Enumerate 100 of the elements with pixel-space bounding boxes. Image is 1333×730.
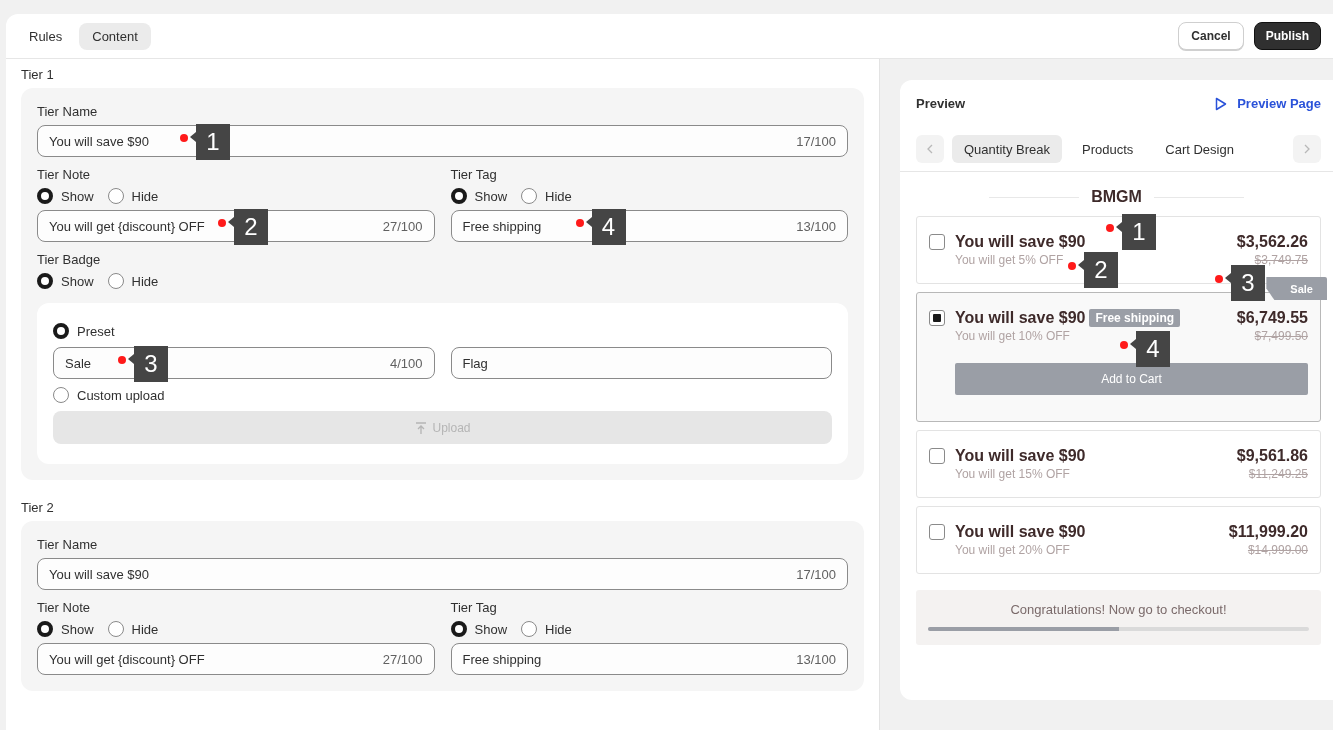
marker-dot [1215, 275, 1223, 283]
field-label: Tier Name [37, 537, 99, 552]
preview-tab[interactable]: Quantity Break [952, 135, 1062, 163]
marker-dot [1120, 341, 1128, 349]
callout-number: 1 [190, 124, 230, 160]
publish-button[interactable]: Publish [1253, 22, 1321, 50]
callout-number: 3 [1225, 265, 1265, 301]
tier-title: Tier 2 [21, 500, 55, 515]
offer-title: You will save $90 [955, 233, 1086, 251]
character-count: 17/100 [796, 566, 836, 582]
callout-number: 4 [585, 209, 626, 245]
radio-icon[interactable] [107, 188, 124, 204]
field-value[interactable]: Flag [462, 355, 820, 371]
cancel-button[interactable]: Cancel [1178, 22, 1244, 50]
offer-price: $6,749.55 [1236, 309, 1308, 327]
character-count: 13/100 [796, 651, 836, 667]
offer-note: You will get 10% OFF [955, 329, 1070, 343]
radio-option[interactable]: Show [450, 621, 508, 637]
character-count: 13/100 [796, 218, 836, 234]
radio-option[interactable]: Show [37, 621, 94, 637]
offer-price: $9,561.86 [1236, 447, 1308, 465]
offer-title: You will save $90 [955, 523, 1086, 541]
chevron-right-icon [1304, 144, 1310, 154]
radio-option[interactable]: Show [37, 273, 94, 289]
play-icon [1215, 96, 1228, 111]
preview-title: Preview [916, 96, 966, 111]
character-count: 27/100 [382, 218, 423, 234]
original-price: $14,999.00 [1246, 543, 1308, 557]
radio-option[interactable]: Custom upload [53, 387, 832, 403]
character-count: 27/100 [382, 651, 423, 667]
original-price: $3,749.75 [1253, 253, 1308, 267]
text-field[interactable]: You will get {discount} OFF 27/100 [37, 643, 435, 675]
marker-dot [575, 219, 584, 227]
checkbox[interactable] [929, 234, 945, 250]
preview-tab[interactable]: Products [1070, 135, 1146, 163]
radio-option[interactable]: Hide [107, 621, 159, 637]
callout-number: 3 [128, 346, 168, 382]
field-value[interactable]: You will save $90 [49, 566, 797, 582]
radio-icon[interactable] [521, 621, 538, 637]
field-label: Tier Note [37, 600, 91, 615]
radio-icon[interactable] [107, 621, 124, 637]
text-field[interactable]: You will save $90 17/100 [37, 558, 848, 590]
character-count: 17/100 [796, 133, 836, 149]
offer-price: $3,562.26 [1236, 233, 1308, 251]
text-field[interactable]: Free shipping 4 13/100 [450, 210, 848, 242]
radio-option[interactable]: Show [37, 188, 94, 204]
radio-icon[interactable] [107, 273, 124, 289]
text-field[interactable]: You will save $90 1 17/100 [37, 125, 848, 157]
offer-price: $11,999.20 [1228, 523, 1308, 541]
original-price: $11,249.25 [1247, 467, 1308, 481]
radio-icon[interactable] [37, 273, 53, 289]
radio-option[interactable]: Hide [521, 188, 572, 204]
marker-dot [180, 134, 188, 142]
radio-option[interactable]: Hide [521, 621, 572, 637]
select-field[interactable]: Flag [450, 347, 832, 379]
radio-option[interactable]: Preset [53, 323, 832, 339]
tier-title: Tier 1 [21, 67, 55, 82]
tab[interactable]: Content [79, 22, 151, 50]
callout-number: 2 [1078, 252, 1118, 288]
upload-icon [414, 420, 429, 435]
offer-card[interactable]: You will save $90 $11,999.20 You will get 20% OFF $14,999.00 [916, 506, 1321, 574]
field-label: Tier Note [37, 167, 91, 182]
offer-title: You will save $90 [955, 309, 1086, 327]
field-value[interactable]: Free shipping [462, 651, 797, 667]
marker-dot [1068, 262, 1076, 270]
text-field[interactable]: You will get {discount} OFF 2 27/100 [37, 210, 435, 242]
field-value[interactable]: You will get {discount} OFF [49, 651, 383, 667]
callout-number: 2 [228, 209, 268, 245]
progress-message: Congratulations! Now go to checkout! [1010, 602, 1227, 617]
checkbox[interactable] [929, 310, 945, 326]
radio-option[interactable]: Hide [107, 273, 159, 289]
radio-icon[interactable] [53, 387, 69, 403]
field-label: Tier Name [37, 104, 99, 119]
marker-dot [118, 356, 126, 364]
chevron-left-icon [927, 144, 933, 154]
offer-card[interactable]: You will save $90 $9,561.86 You will get 15% OFF $11,249.25 [916, 430, 1321, 498]
text-field[interactable]: Free shipping 13/100 [450, 643, 848, 675]
marker-dot [218, 219, 226, 227]
field-label: Tier Tag [450, 167, 498, 182]
original-price: $7,499.50 [1253, 329, 1308, 343]
offer-tag: Free shipping [1089, 309, 1181, 327]
preview-tab[interactable]: Cart Design [1153, 135, 1246, 163]
radio-option[interactable]: Show [450, 188, 508, 204]
preview-page-link[interactable]: Preview Page [1215, 96, 1321, 111]
radio-icon[interactable] [37, 621, 53, 637]
text-field[interactable]: Sale 3 4/100 [53, 347, 435, 379]
offer-note: You will get 20% OFF [955, 543, 1070, 557]
radio-icon[interactable] [450, 188, 467, 204]
radio-icon[interactable] [37, 188, 53, 204]
tab[interactable]: Rules [16, 22, 76, 50]
field-label: Tier Badge [37, 252, 102, 267]
marker-dot [1106, 224, 1114, 232]
checkbox[interactable] [929, 524, 945, 540]
radio-icon[interactable] [53, 323, 69, 339]
radio-option[interactable]: Hide [107, 188, 159, 204]
radio-icon[interactable] [521, 188, 538, 204]
callout-number: 1 [1116, 214, 1156, 250]
radio-icon[interactable] [450, 621, 467, 637]
offer-note: You will get 5% OFF [955, 253, 1064, 267]
checkbox[interactable] [929, 448, 945, 464]
